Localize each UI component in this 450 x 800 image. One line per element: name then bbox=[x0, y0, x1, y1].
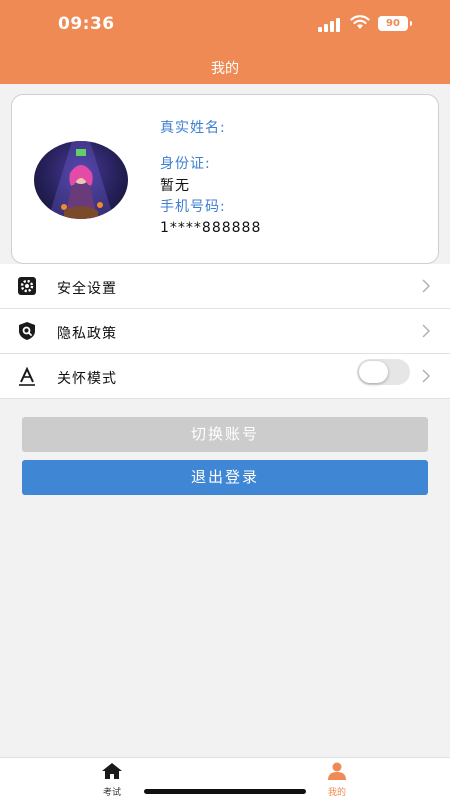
id-card-value: 暂无 bbox=[160, 178, 190, 194]
header: 09:36 90 我的 bbox=[0, 0, 450, 84]
tab-label-exam: 考试 bbox=[102, 788, 121, 798]
signal-icon bbox=[318, 18, 342, 32]
switch-account-button[interactable]: 切换账号 bbox=[22, 417, 428, 452]
care-mode-toggle[interactable] bbox=[357, 359, 410, 385]
page-title: 我的 bbox=[211, 61, 239, 77]
chevron-right-icon bbox=[422, 279, 431, 293]
gear-icon bbox=[18, 277, 36, 295]
privacy-shield-icon bbox=[19, 322, 35, 340]
status-bar: 09:36 90 bbox=[0, 0, 450, 48]
menu-label-care-mode: 关怀模式 bbox=[57, 371, 117, 387]
phone-value: 1****888888 bbox=[160, 220, 262, 236]
wifi-icon bbox=[350, 15, 370, 29]
chevron-right-icon bbox=[422, 369, 431, 383]
menu-label-security: 安全设置 bbox=[57, 281, 117, 297]
toggle-knob bbox=[359, 361, 388, 383]
profile-card: 真实姓名: 身份证: 暂无 手机号码: 1****888888 bbox=[11, 94, 439, 264]
font-size-icon bbox=[19, 366, 35, 386]
menu-item-care-mode[interactable]: 关怀模式 bbox=[0, 354, 450, 399]
status-time: 09:36 bbox=[58, 14, 115, 34]
battery-indicator: 90 bbox=[378, 16, 412, 31]
settings-menu: 安全设置 隐私政策 关怀模式 bbox=[0, 264, 450, 399]
tab-mine[interactable]: 我的 bbox=[307, 762, 367, 798]
chevron-right-icon bbox=[422, 324, 431, 338]
avatar[interactable] bbox=[34, 141, 128, 219]
menu-label-privacy: 隐私政策 bbox=[57, 326, 117, 342]
home-indicator bbox=[144, 789, 306, 794]
menu-item-privacy-policy[interactable]: 隐私政策 bbox=[0, 309, 450, 354]
phone-label: 手机号码: bbox=[160, 199, 226, 215]
home-icon bbox=[102, 763, 122, 779]
menu-item-security-settings[interactable]: 安全设置 bbox=[0, 264, 450, 309]
logout-button[interactable]: 退出登录 bbox=[22, 460, 428, 495]
user-icon bbox=[328, 762, 346, 780]
tab-exam[interactable]: 考试 bbox=[82, 762, 142, 798]
tab-label-mine: 我的 bbox=[327, 788, 346, 798]
id-card-label: 身份证: bbox=[160, 156, 211, 172]
real-name-label: 真实姓名: bbox=[160, 120, 226, 136]
